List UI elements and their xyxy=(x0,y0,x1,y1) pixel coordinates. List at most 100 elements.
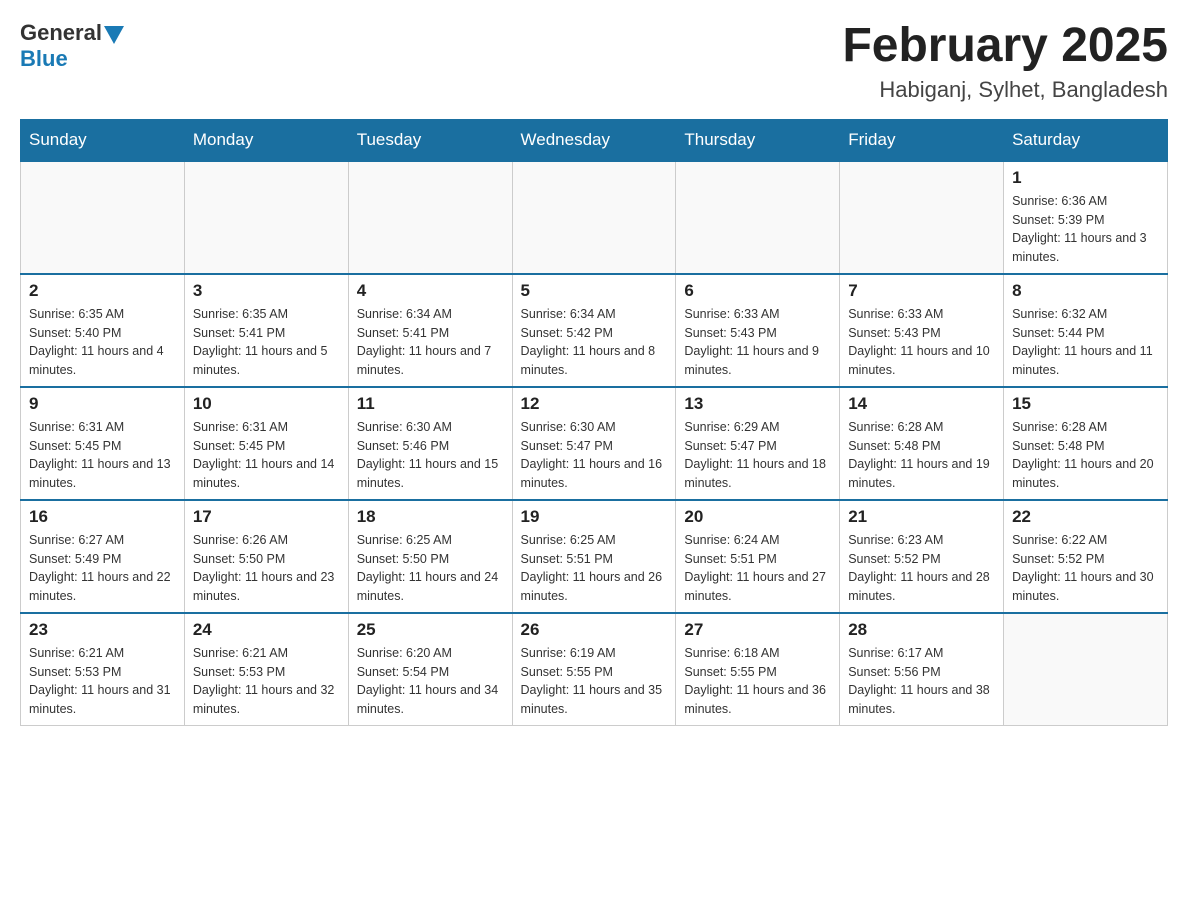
day-number: 5 xyxy=(521,281,668,301)
calendar-cell: 22 Sunrise: 6:22 AMSunset: 5:52 PMDayligh… xyxy=(1004,500,1168,613)
calendar-cell: 21Sunrise: 6:23 AMSunset: 5:52 PMDayligh… xyxy=(840,500,1004,613)
calendar-cell: 23 Sunrise: 6:21 AMSunset: 5:53 PMDayligh… xyxy=(21,613,185,726)
calendar-cell xyxy=(840,161,1004,274)
day-number: 20 xyxy=(684,507,831,527)
day-number: 17 xyxy=(193,507,340,527)
calendar-cell: 18 Sunrise: 6:25 AMSunset: 5:50 PMDayligh… xyxy=(348,500,512,613)
day-number: 18 xyxy=(357,507,504,527)
calendar-cell xyxy=(184,161,348,274)
calendar-week-row: 9 Sunrise: 6:31 AMSunset: 5:45 PMDaylight… xyxy=(21,387,1168,500)
calendar-cell: 19Sunrise: 6:25 AMSunset: 5:51 PMDayligh… xyxy=(512,500,676,613)
calendar-cell: 8 Sunrise: 6:32 AMSunset: 5:44 PMDaylight… xyxy=(1004,274,1168,387)
day-number: 16 xyxy=(29,507,176,527)
calendar-cell: 15 Sunrise: 6:28 AMSunset: 5:48 PMDayligh… xyxy=(1004,387,1168,500)
calendar-cell: 12 Sunrise: 6:30 AMSunset: 5:47 PMDayligh… xyxy=(512,387,676,500)
calendar-cell: 4 Sunrise: 6:34 AMSunset: 5:41 PMDaylight… xyxy=(348,274,512,387)
day-info: Sunrise: 6:32 AMSunset: 5:44 PMDaylight:… xyxy=(1012,305,1159,380)
calendar-cell: 25 Sunrise: 6:20 AMSunset: 5:54 PMDayligh… xyxy=(348,613,512,726)
day-info: Sunrise: 6:26 AMSunset: 5:50 PMDaylight:… xyxy=(193,531,340,606)
day-info: Sunrise: 6:30 AMSunset: 5:46 PMDaylight:… xyxy=(357,418,504,493)
weekday-header-sunday: Sunday xyxy=(21,119,185,161)
calendar-cell: 28 Sunrise: 6:17 AMSunset: 5:56 PMDayligh… xyxy=(840,613,1004,726)
calendar-table: SundayMondayTuesdayWednesdayThursdayFrid… xyxy=(20,119,1168,726)
day-info: Sunrise: 6:25 AMSunset: 5:50 PMDaylight:… xyxy=(357,531,504,606)
day-info: Sunrise: 6:17 AMSunset: 5:56 PMDaylight:… xyxy=(848,644,995,719)
day-number: 7 xyxy=(848,281,995,301)
calendar-cell: 26 Sunrise: 6:19 AMSunset: 5:55 PMDayligh… xyxy=(512,613,676,726)
day-number: 14 xyxy=(848,394,995,414)
day-number: 4 xyxy=(357,281,504,301)
day-info: Sunrise: 6:34 AMSunset: 5:41 PMDaylight:… xyxy=(357,305,504,380)
day-number: 12 xyxy=(521,394,668,414)
calendar-cell: 1 Sunrise: 6:36 AMSunset: 5:39 PMDaylight… xyxy=(1004,161,1168,274)
day-number: 10 xyxy=(193,394,340,414)
day-info: Sunrise: 6:28 AMSunset: 5:48 PMDaylight:… xyxy=(1012,418,1159,493)
day-number: 26 xyxy=(521,620,668,640)
day-number: 3 xyxy=(193,281,340,301)
day-number: 24 xyxy=(193,620,340,640)
calendar-week-row: 16 Sunrise: 6:27 AMSunset: 5:49 PMDayligh… xyxy=(21,500,1168,613)
day-number: 2 xyxy=(29,281,176,301)
calendar-cell xyxy=(676,161,840,274)
day-info: Sunrise: 6:30 AMSunset: 5:47 PMDaylight:… xyxy=(521,418,668,493)
day-number: 15 xyxy=(1012,394,1159,414)
day-info: Sunrise: 6:27 AMSunset: 5:49 PMDaylight:… xyxy=(29,531,176,606)
day-info: Sunrise: 6:25 AMSunset: 5:51 PMDaylight:… xyxy=(521,531,668,606)
calendar-cell xyxy=(1004,613,1168,726)
month-year-title: February 2025 xyxy=(842,20,1168,73)
day-number: 27 xyxy=(684,620,831,640)
day-info: Sunrise: 6:20 AMSunset: 5:54 PMDaylight:… xyxy=(357,644,504,719)
logo-general-text: General xyxy=(20,20,102,46)
day-info: Sunrise: 6:31 AMSunset: 5:45 PMDaylight:… xyxy=(29,418,176,493)
calendar-cell: 3 Sunrise: 6:35 AMSunset: 5:41 PMDaylight… xyxy=(184,274,348,387)
day-info: Sunrise: 6:21 AMSunset: 5:53 PMDaylight:… xyxy=(29,644,176,719)
day-number: 6 xyxy=(684,281,831,301)
location-subtitle: Habiganj, Sylhet, Bangladesh xyxy=(842,77,1168,103)
day-info: Sunrise: 6:28 AMSunset: 5:48 PMDaylight:… xyxy=(848,418,995,493)
day-info: Sunrise: 6:18 AMSunset: 5:55 PMDaylight:… xyxy=(684,644,831,719)
logo: General Blue xyxy=(20,20,124,72)
weekday-header-saturday: Saturday xyxy=(1004,119,1168,161)
calendar-cell: 5 Sunrise: 6:34 AMSunset: 5:42 PMDaylight… xyxy=(512,274,676,387)
day-info: Sunrise: 6:19 AMSunset: 5:55 PMDaylight:… xyxy=(521,644,668,719)
calendar-cell: 7 Sunrise: 6:33 AMSunset: 5:43 PMDaylight… xyxy=(840,274,1004,387)
day-number: 25 xyxy=(357,620,504,640)
calendar-cell xyxy=(512,161,676,274)
calendar-cell: 11Sunrise: 6:30 AMSunset: 5:46 PMDayligh… xyxy=(348,387,512,500)
day-info: Sunrise: 6:29 AMSunset: 5:47 PMDaylight:… xyxy=(684,418,831,493)
calendar-cell: 20 Sunrise: 6:24 AMSunset: 5:51 PMDayligh… xyxy=(676,500,840,613)
day-number: 22 xyxy=(1012,507,1159,527)
day-info: Sunrise: 6:24 AMSunset: 5:51 PMDaylight:… xyxy=(684,531,831,606)
day-info: Sunrise: 6:35 AMSunset: 5:41 PMDaylight:… xyxy=(193,305,340,380)
calendar-cell: 10 Sunrise: 6:31 AMSunset: 5:45 PMDayligh… xyxy=(184,387,348,500)
day-info: Sunrise: 6:33 AMSunset: 5:43 PMDaylight:… xyxy=(848,305,995,380)
calendar-cell: 24 Sunrise: 6:21 AMSunset: 5:53 PMDayligh… xyxy=(184,613,348,726)
day-info: Sunrise: 6:31 AMSunset: 5:45 PMDaylight:… xyxy=(193,418,340,493)
weekday-header-thursday: Thursday xyxy=(676,119,840,161)
calendar-cell: 27 Sunrise: 6:18 AMSunset: 5:55 PMDayligh… xyxy=(676,613,840,726)
calendar-cell: 17 Sunrise: 6:26 AMSunset: 5:50 PMDayligh… xyxy=(184,500,348,613)
calendar-cell: 16 Sunrise: 6:27 AMSunset: 5:49 PMDayligh… xyxy=(21,500,185,613)
day-info: Sunrise: 6:34 AMSunset: 5:42 PMDaylight:… xyxy=(521,305,668,380)
calendar-cell: 9 Sunrise: 6:31 AMSunset: 5:45 PMDaylight… xyxy=(21,387,185,500)
day-number: 1 xyxy=(1012,168,1159,188)
day-number: 23 xyxy=(29,620,176,640)
day-number: 28 xyxy=(848,620,995,640)
day-info: Sunrise: 6:22 AMSunset: 5:52 PMDaylight:… xyxy=(1012,531,1159,606)
calendar-cell: 14 Sunrise: 6:28 AMSunset: 5:48 PMDayligh… xyxy=(840,387,1004,500)
day-number: 13 xyxy=(684,394,831,414)
day-info: Sunrise: 6:33 AMSunset: 5:43 PMDaylight:… xyxy=(684,305,831,380)
weekday-header-friday: Friday xyxy=(840,119,1004,161)
calendar-cell xyxy=(348,161,512,274)
calendar-cell: 6 Sunrise: 6:33 AMSunset: 5:43 PMDaylight… xyxy=(676,274,840,387)
calendar-cell: 13 Sunrise: 6:29 AMSunset: 5:47 PMDayligh… xyxy=(676,387,840,500)
weekday-header-monday: Monday xyxy=(184,119,348,161)
day-number: 8 xyxy=(1012,281,1159,301)
calendar-cell xyxy=(21,161,185,274)
calendar-week-row: 2Sunrise: 6:35 AMSunset: 5:40 PMDaylight… xyxy=(21,274,1168,387)
weekday-header-tuesday: Tuesday xyxy=(348,119,512,161)
day-info: Sunrise: 6:21 AMSunset: 5:53 PMDaylight:… xyxy=(193,644,340,719)
day-info: Sunrise: 6:36 AMSunset: 5:39 PMDaylight:… xyxy=(1012,192,1159,267)
logo-blue-text: Blue xyxy=(20,46,68,72)
day-number: 9 xyxy=(29,394,176,414)
